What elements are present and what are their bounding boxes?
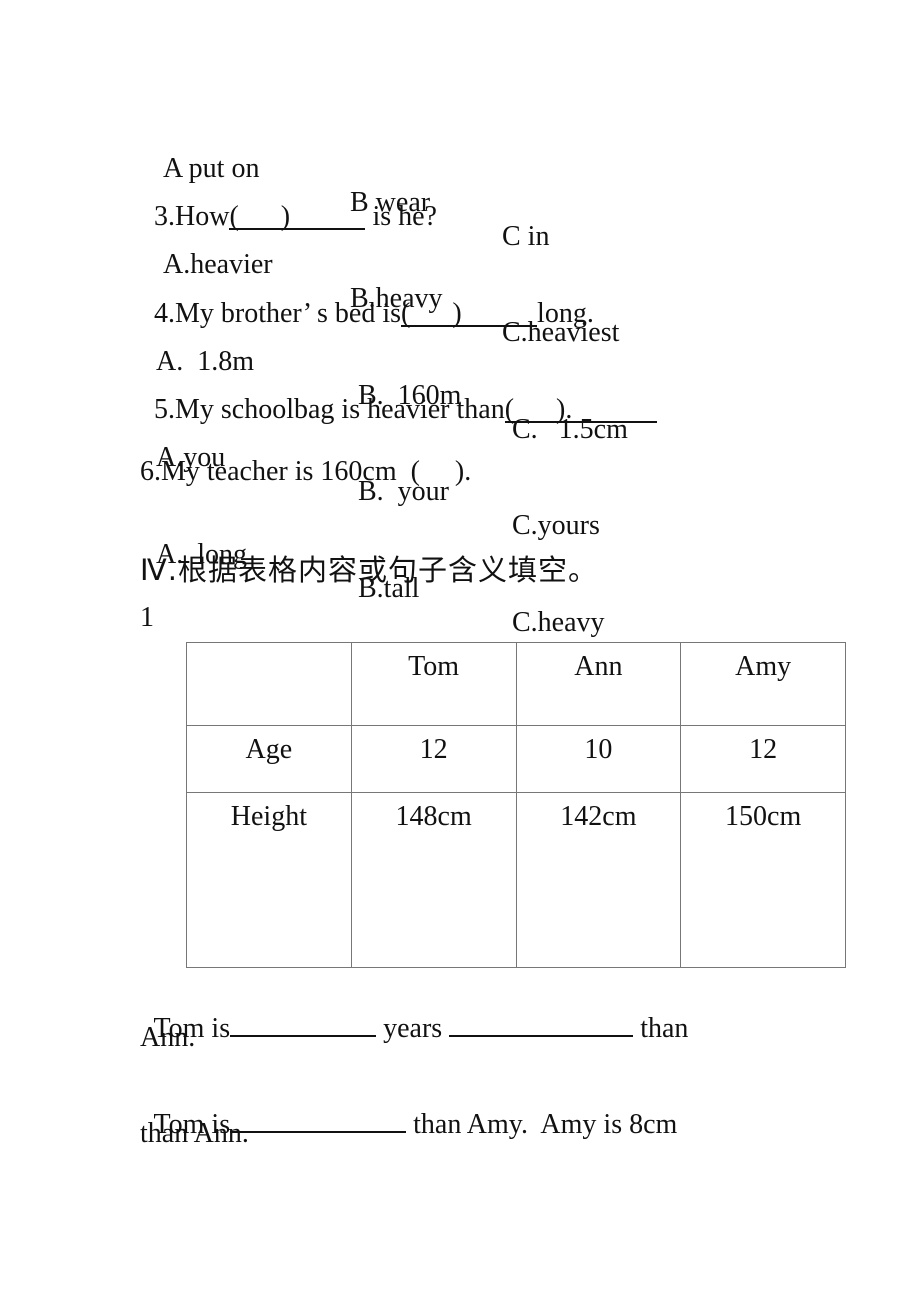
q2-option-c: C in [502, 221, 550, 252]
table-header-cell: Amy [680, 642, 846, 726]
q3-answer-blank[interactable]: ( ) [229, 200, 366, 232]
q4-prefix: 4.My brother’ s bed is [154, 298, 402, 329]
q5-blank-parens: ( ). [504, 394, 573, 425]
fill-1-blank-1[interactable] [230, 1007, 377, 1037]
table-row: Age 12 10 12 [186, 725, 846, 793]
question-3: 3.How( ) is he? [140, 166, 437, 234]
q3-prefix: 3.How [154, 201, 230, 232]
q5-option-c: C.yours [512, 510, 600, 541]
section-4-heading: Ⅳ.根据表格内容或句子含义填空。 [140, 553, 598, 587]
table-header-cell [186, 642, 352, 726]
table-cell: 148cm [350, 792, 517, 968]
table-row-label: Height [186, 792, 352, 968]
fill-sentence-2-cont: than Ann. [140, 1118, 249, 1149]
q3-suffix: is he? [365, 201, 437, 232]
fill-1-blank-2[interactable] [449, 1007, 634, 1037]
table-header-cell: Tom [350, 642, 517, 726]
fill-1-text-b: years [376, 1013, 450, 1044]
fill-sentence-1: Tom is years than [140, 973, 689, 1046]
fill-2-blank-1[interactable] [230, 1103, 407, 1133]
table-header-row: Tom Ann Amy [186, 642, 846, 726]
fill-sentence-1-cont: Ann. [140, 1022, 196, 1053]
table-cell: 150cm [680, 792, 846, 968]
fill-2-text-b: than Amy. Amy is 8cm [406, 1109, 678, 1140]
q6-option-c: C.heavy [512, 607, 605, 638]
q4-blank-parens: ( ) [401, 298, 462, 329]
question-4: 4.My brother’ s bed is( ) long. [140, 263, 594, 331]
q5-prefix: 5.My schoolbag is heavier than [154, 394, 505, 425]
question-6: 6.My teacher is 160cm ( ). [140, 456, 472, 487]
item-number: 1 [140, 602, 154, 633]
q5-answer-blank[interactable]: ( ). [504, 393, 657, 425]
table-row: Height 148cm 142cm 150cm [186, 792, 846, 968]
q3-blank-parens: ( ) [229, 201, 291, 232]
comparison-table: Tom Ann Amy Age 12 10 12 Height 148cm 14… [186, 642, 846, 968]
question-5: 5.My schoolbag is heavier than( ). [140, 359, 657, 427]
fill-1-text-c: than [633, 1013, 689, 1044]
q4-suffix: long. [537, 298, 594, 329]
table-cell: 12 [350, 725, 517, 793]
table-header-cell: Ann [515, 642, 682, 726]
q4-answer-blank[interactable]: ( ) [401, 297, 538, 329]
table-cell: 12 [680, 725, 846, 793]
table-cell: 142cm [515, 792, 682, 968]
table-row-label: Age [186, 725, 352, 793]
table-cell: 10 [515, 725, 682, 793]
